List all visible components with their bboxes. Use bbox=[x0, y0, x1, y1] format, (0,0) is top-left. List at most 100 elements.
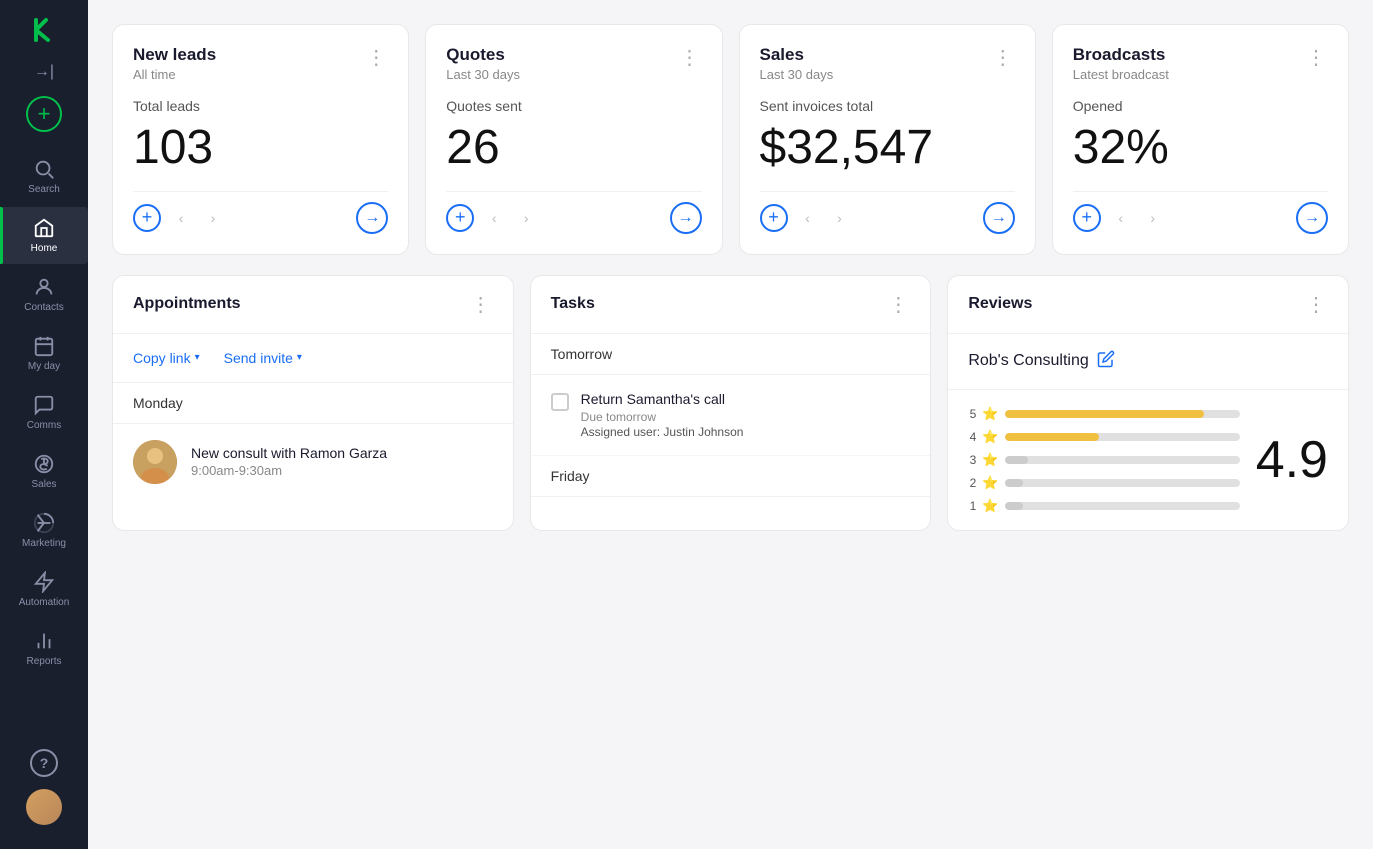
stat-add-button[interactable]: + bbox=[446, 204, 474, 232]
bottom-row: Appointments ⋮ Copy link ▾ Send invite ▾… bbox=[112, 275, 1349, 531]
stat-card-subtitle: All time bbox=[133, 67, 216, 82]
copy-link-label: Copy link bbox=[133, 350, 191, 366]
sidebar-item-automation[interactable]: Automation bbox=[0, 561, 88, 618]
stat-card-menu-button[interactable]: ⋮ bbox=[680, 45, 702, 70]
sidebar-item-label: Contacts bbox=[24, 302, 63, 313]
stat-card-footer: + ‹ › → bbox=[1073, 191, 1328, 234]
sidebar-item-sales[interactable]: Sales bbox=[0, 443, 88, 500]
send-invite-button[interactable]: Send invite ▾ bbox=[224, 350, 302, 366]
stat-next-button[interactable]: › bbox=[828, 206, 852, 230]
stat-prev-button[interactable]: ‹ bbox=[796, 206, 820, 230]
stat-goto-button[interactable]: → bbox=[670, 202, 702, 234]
stat-card-menu-button[interactable]: ⋮ bbox=[1306, 45, 1328, 70]
stat-card-value: 26 bbox=[446, 122, 701, 175]
sidebar-collapse-button[interactable]: →| bbox=[28, 56, 60, 88]
stat-metric-label: Sent invoices total bbox=[760, 98, 1015, 114]
active-indicator bbox=[0, 207, 3, 264]
reviews-panel: Reviews ⋮ Rob's Consulting 5 ⭐ bbox=[947, 275, 1349, 531]
stat-next-button[interactable]: › bbox=[1141, 206, 1165, 230]
sidebar-item-contacts[interactable]: Contacts bbox=[0, 266, 88, 323]
sidebar-item-reports[interactable]: Reports bbox=[0, 620, 88, 677]
stat-next-button[interactable]: › bbox=[201, 206, 225, 230]
review-bar-2: 2 ⭐ bbox=[968, 475, 1239, 491]
sidebar-item-myday[interactable]: My day bbox=[0, 325, 88, 382]
send-invite-label: Send invite bbox=[224, 350, 293, 366]
tasks-panel-header: Tasks ⋮ bbox=[531, 276, 931, 334]
stat-card-title-block: Quotes Last 30 days bbox=[446, 45, 520, 82]
appointment-avatar bbox=[133, 440, 177, 484]
reviews-content: 5 ⭐ 4 ⭐ 3 ⭐ bbox=[948, 390, 1348, 530]
review-bar-fill bbox=[1005, 479, 1024, 487]
review-bar-5: 5 ⭐ bbox=[968, 406, 1239, 422]
review-bar-num: 5 bbox=[968, 407, 976, 421]
stat-card-footer: + ‹ › → bbox=[446, 191, 701, 234]
sidebar-nav: Search Home Contacts bbox=[0, 148, 88, 749]
task-assigned: Assigned user: Justin Johnson bbox=[581, 425, 911, 439]
tasks-panel: Tasks ⋮ Tomorrow Return Samantha's call … bbox=[530, 275, 932, 531]
appointments-menu-button[interactable]: ⋮ bbox=[471, 292, 493, 317]
review-bar-fill bbox=[1005, 502, 1024, 510]
sidebar-item-label: Sales bbox=[31, 479, 56, 490]
stat-goto-button[interactable]: → bbox=[1296, 202, 1328, 234]
task-info: Return Samantha's call Due tomorrow Assi… bbox=[581, 391, 911, 439]
stat-card-subtitle: Last 30 days bbox=[760, 67, 834, 82]
stat-metric-label: Quotes sent bbox=[446, 98, 701, 114]
copy-link-button[interactable]: Copy link ▾ bbox=[133, 350, 200, 366]
sidebar-item-label: Reports bbox=[26, 656, 61, 667]
appointment-item: New consult with Ramon Garza 9:00am-9:30… bbox=[113, 424, 513, 500]
reviews-company-name: Rob's Consulting bbox=[968, 352, 1088, 370]
stat-card-leads: New leads All time ⋮ Total leads 103 + ‹… bbox=[112, 24, 409, 255]
sidebar-item-marketing[interactable]: Marketing bbox=[0, 502, 88, 559]
stat-card-footer: + ‹ › → bbox=[760, 191, 1015, 234]
stat-prev-button[interactable]: ‹ bbox=[482, 206, 506, 230]
stat-card-menu-button[interactable]: ⋮ bbox=[366, 45, 388, 70]
task-checkbox[interactable] bbox=[551, 393, 569, 411]
sidebar-item-search[interactable]: Search bbox=[0, 148, 88, 205]
sidebar-item-label: My day bbox=[28, 361, 60, 372]
stat-add-button[interactable]: + bbox=[1073, 204, 1101, 232]
review-bar-track bbox=[1005, 502, 1240, 510]
stat-card-header: Quotes Last 30 days ⋮ bbox=[446, 45, 701, 82]
star-icon: ⭐ bbox=[982, 452, 998, 468]
user-avatar[interactable] bbox=[26, 789, 62, 825]
tasks-menu-button[interactable]: ⋮ bbox=[888, 292, 910, 317]
stat-prev-button[interactable]: ‹ bbox=[1109, 206, 1133, 230]
review-bar-num: 4 bbox=[968, 430, 976, 444]
sidebar-item-home[interactable]: Home bbox=[0, 207, 88, 264]
task-due: Due tomorrow bbox=[581, 410, 911, 424]
stat-card-header: New leads All time ⋮ bbox=[133, 45, 388, 82]
stat-card-menu-button[interactable]: ⋮ bbox=[993, 45, 1015, 70]
stat-card-title-block: Broadcasts Latest broadcast bbox=[1073, 45, 1169, 82]
stat-add-button[interactable]: + bbox=[760, 204, 788, 232]
sidebar-item-label: Automation bbox=[19, 597, 70, 608]
tasks-section-tomorrow: Tomorrow bbox=[531, 334, 931, 375]
star-icon: ⭐ bbox=[982, 406, 998, 422]
sidebar-item-comms[interactable]: Comms bbox=[0, 384, 88, 441]
tasks-section-friday: Friday bbox=[531, 456, 931, 497]
help-button[interactable]: ? bbox=[30, 749, 58, 777]
stat-card-footer: + ‹ › → bbox=[133, 191, 388, 234]
stat-next-button[interactable]: › bbox=[514, 206, 538, 230]
stat-prev-button[interactable]: ‹ bbox=[169, 206, 193, 230]
review-bar-track bbox=[1005, 410, 1240, 418]
stat-goto-button[interactable]: → bbox=[983, 202, 1015, 234]
avatar-image bbox=[26, 789, 62, 825]
stat-card-title: Quotes bbox=[446, 45, 520, 65]
tasks-panel-title: Tasks bbox=[551, 295, 595, 313]
appointments-panel-header: Appointments ⋮ bbox=[113, 276, 513, 334]
add-new-button[interactable]: + bbox=[26, 96, 62, 132]
stat-goto-button[interactable]: → bbox=[356, 202, 388, 234]
reviews-panel-header: Reviews ⋮ bbox=[948, 276, 1348, 334]
sidebar-item-label: Search bbox=[28, 184, 60, 195]
stat-card-value: 32% bbox=[1073, 122, 1328, 175]
stat-card-header: Broadcasts Latest broadcast ⋮ bbox=[1073, 45, 1328, 82]
review-bar-4: 4 ⭐ bbox=[968, 429, 1239, 445]
sidebar-item-label: Home bbox=[31, 243, 58, 254]
review-bar-track bbox=[1005, 433, 1240, 441]
copy-link-chevron-icon: ▾ bbox=[195, 352, 200, 363]
stat-add-button[interactable]: + bbox=[133, 204, 161, 232]
reviews-edit-button[interactable] bbox=[1097, 350, 1115, 373]
task-assigned-prefix: Assigned user: bbox=[581, 425, 660, 439]
reviews-menu-button[interactable]: ⋮ bbox=[1306, 292, 1328, 317]
stat-card-broadcasts: Broadcasts Latest broadcast ⋮ Opened 32%… bbox=[1052, 24, 1349, 255]
